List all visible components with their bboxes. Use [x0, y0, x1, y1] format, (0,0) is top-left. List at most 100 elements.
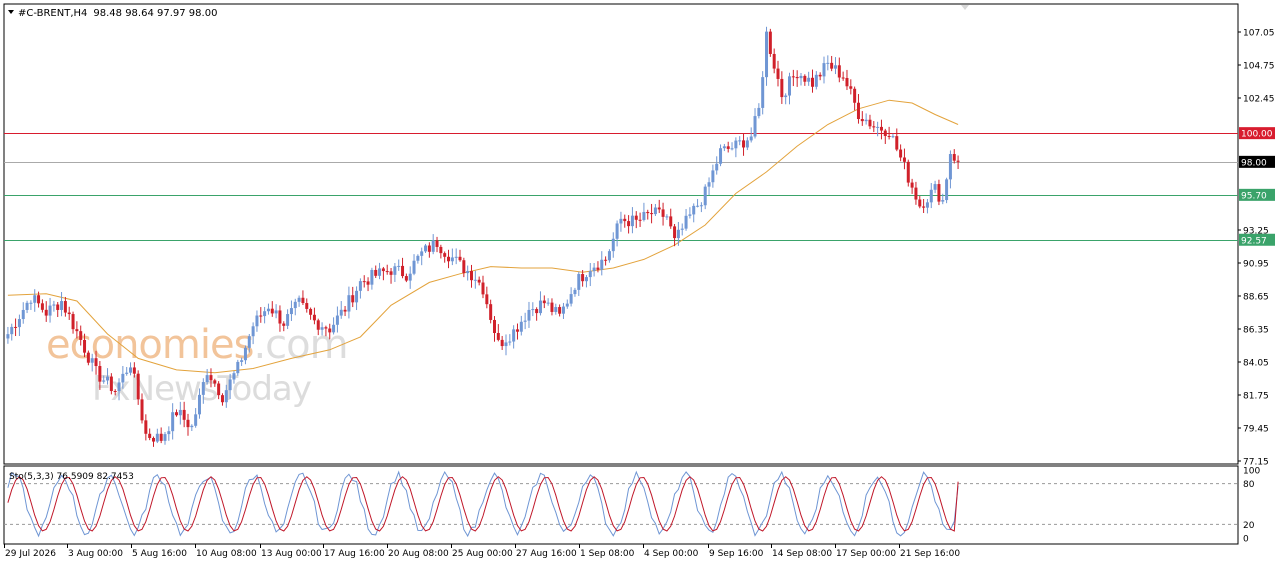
candle-body[interactable] [201, 382, 205, 395]
candle-body[interactable] [370, 269, 374, 285]
candle-body[interactable] [784, 95, 788, 98]
candle-body[interactable] [845, 77, 849, 87]
candle-body[interactable] [98, 366, 102, 382]
candle-body[interactable] [477, 279, 481, 283]
candle-body[interactable] [523, 320, 527, 322]
candle-body[interactable] [592, 267, 596, 272]
candle-body[interactable] [550, 302, 554, 312]
candle-body[interactable] [220, 395, 224, 403]
candle-body[interactable] [600, 259, 604, 270]
candle-body[interactable] [611, 238, 615, 252]
candle-body[interactable] [71, 314, 75, 330]
candle-body[interactable] [167, 431, 171, 435]
candle-body[interactable] [841, 77, 845, 79]
candle-body[interactable] [826, 62, 830, 64]
candle-body[interactable] [113, 390, 117, 392]
candle-body[interactable] [883, 130, 887, 136]
candle-body[interactable] [454, 256, 458, 258]
candle-body[interactable] [780, 78, 784, 98]
candle-body[interactable] [489, 304, 493, 320]
candle-body[interactable] [286, 314, 290, 326]
candle-body[interactable] [136, 373, 140, 400]
candle-body[interactable] [634, 215, 638, 220]
candle-body[interactable] [14, 326, 18, 328]
candle-body[interactable] [596, 267, 600, 270]
candle-body[interactable] [427, 245, 431, 252]
candle-body[interactable] [274, 310, 278, 314]
candle-body[interactable] [374, 269, 378, 276]
candle-body[interactable] [63, 301, 67, 313]
candle-body[interactable] [278, 310, 282, 324]
candle-body[interactable] [561, 306, 565, 314]
candle-body[interactable] [849, 86, 853, 89]
candle-body[interactable] [638, 219, 642, 221]
candle-body[interactable] [240, 360, 244, 362]
candle-body[interactable] [941, 200, 945, 202]
candle-body[interactable] [67, 312, 71, 315]
candle-body[interactable] [546, 302, 550, 304]
candle-body[interactable] [703, 186, 707, 206]
candle-body[interactable] [305, 303, 309, 309]
candle-body[interactable] [776, 68, 780, 79]
candle-body[interactable] [799, 75, 803, 79]
candle-body[interactable] [86, 352, 90, 363]
candle-body[interactable] [44, 309, 48, 316]
candle-body[interactable] [853, 88, 857, 103]
candle-body[interactable] [263, 311, 267, 317]
candle-body[interactable] [125, 372, 129, 374]
candle-body[interactable] [148, 433, 152, 438]
candle-body[interactable] [646, 211, 650, 214]
candle-body[interactable] [765, 31, 769, 78]
candle-body[interactable] [205, 375, 209, 383]
candle-body[interactable] [404, 276, 408, 281]
candle-body[interactable] [236, 361, 240, 374]
candle-body[interactable] [450, 257, 454, 262]
candle-body[interactable] [830, 62, 834, 69]
candle-body[interactable] [339, 309, 343, 316]
candle-body[interactable] [604, 259, 608, 261]
candle-body[interactable] [163, 434, 167, 441]
candle-body[interactable] [270, 308, 274, 314]
candle-body[interactable] [565, 303, 569, 307]
candle-body[interactable] [75, 329, 79, 332]
candle-body[interactable] [615, 223, 619, 239]
candle-body[interactable] [749, 136, 753, 141]
candle-body[interactable] [447, 256, 451, 262]
candle-body[interactable] [837, 65, 841, 78]
candle-body[interactable] [347, 295, 351, 312]
candle-body[interactable] [247, 336, 251, 348]
candle-body[interactable] [807, 77, 811, 82]
candle-body[interactable] [21, 309, 25, 320]
candle-body[interactable] [255, 315, 259, 327]
candle-body[interactable] [768, 31, 772, 54]
candle-body[interactable] [251, 326, 255, 337]
candle-body[interactable] [788, 76, 792, 96]
price-chart[interactable]: economies.com FxNewsToday 107.05 104.75 10… [0, 0, 1280, 567]
candle-body[interactable] [33, 295, 37, 303]
candle-body[interactable] [684, 215, 688, 229]
candle-body[interactable] [40, 303, 44, 310]
candle-body[interactable] [692, 205, 696, 215]
candle-body[interactable] [945, 179, 949, 201]
candle-body[interactable] [818, 74, 822, 77]
candle-body[interactable] [190, 425, 194, 428]
candle-body[interactable] [56, 304, 60, 310]
candle-body[interactable] [481, 282, 485, 295]
candle-body[interactable] [362, 281, 366, 283]
candle-body[interactable] [232, 373, 236, 380]
candle-body[interactable] [243, 347, 247, 361]
candle-body[interactable] [266, 308, 270, 312]
candle-body[interactable] [186, 419, 190, 428]
candle-body[interactable] [492, 319, 496, 334]
candle-body[interactable] [902, 157, 906, 162]
candle-body[interactable] [588, 271, 592, 278]
candle-body[interactable] [335, 315, 339, 325]
candle-body[interactable] [48, 305, 52, 316]
candle-body[interactable] [282, 323, 286, 326]
candle-body[interactable] [508, 341, 512, 343]
candle-body[interactable] [864, 119, 868, 122]
candle-body[interactable] [224, 390, 228, 403]
candle-body[interactable] [803, 75, 807, 82]
candle-body[interactable] [52, 304, 56, 306]
candle-body[interactable] [174, 412, 178, 416]
